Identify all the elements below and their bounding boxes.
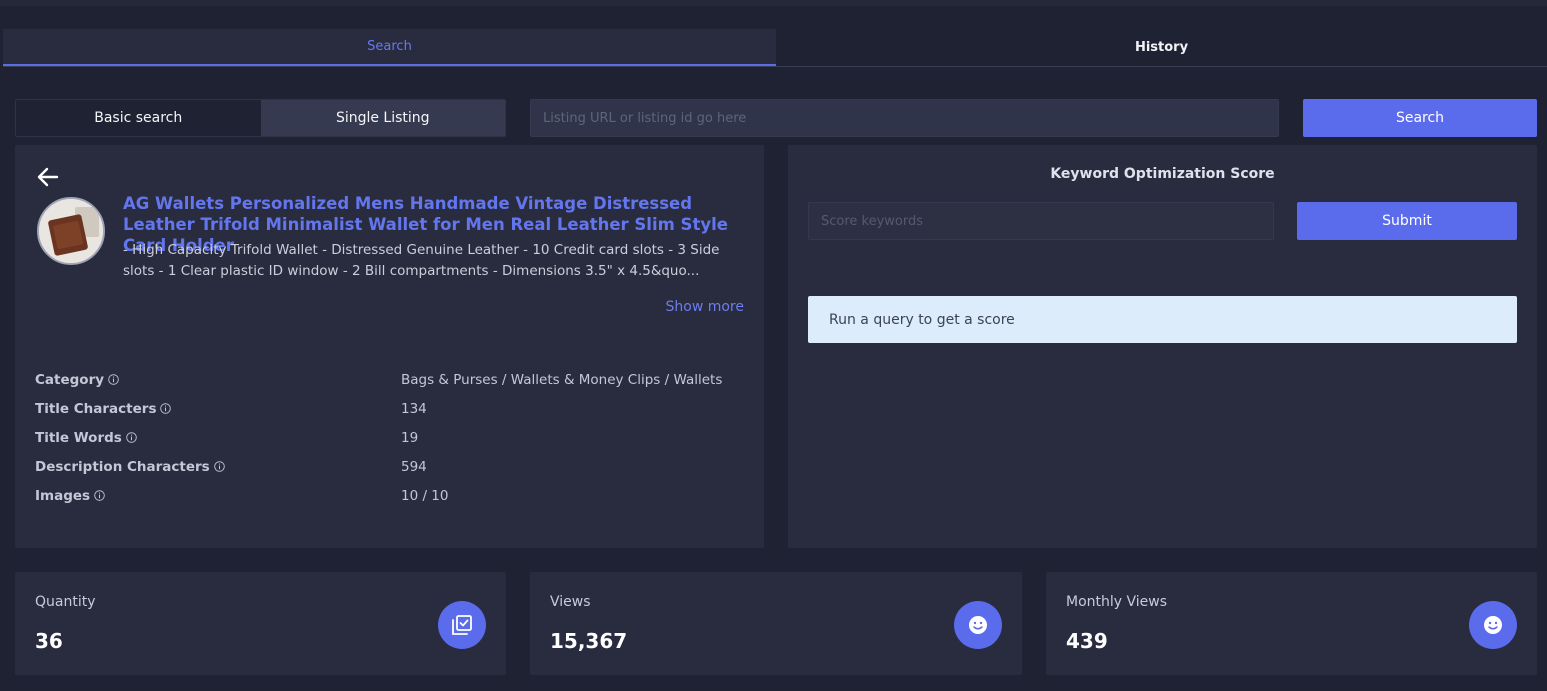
score-keywords-input[interactable] [808, 202, 1274, 240]
search-button[interactable]: Search [1303, 99, 1537, 137]
metric-value: 439 [1066, 629, 1108, 653]
smiley-icon [1469, 601, 1517, 649]
stat-label: Title Characters [35, 401, 401, 417]
smiley-icon [954, 601, 1002, 649]
listing-stats: Category Bags & Purses / Wallets & Money… [35, 365, 745, 510]
stat-value: 10 / 10 [401, 487, 449, 504]
stat-value: Bags & Purses / Wallets & Money Clips / … [401, 371, 723, 388]
info-icon[interactable] [108, 374, 119, 385]
metric-value: 15,367 [550, 629, 628, 653]
info-icon[interactable] [213, 461, 225, 472]
metric-card-views: Views 15,367 [530, 572, 1022, 675]
stat-row-description-characters: Description Characters 594 [35, 452, 745, 481]
tab-history[interactable]: History [776, 29, 1547, 66]
show-more-link[interactable]: Show more [666, 299, 745, 315]
single-listing-button[interactable]: Single Listing [260, 100, 505, 136]
listing-url-input[interactable] [530, 99, 1279, 137]
basic-search-button[interactable]: Basic search [16, 100, 261, 136]
metric-card-quantity: Quantity 36 [15, 572, 506, 675]
main-tabs: Search History [3, 29, 1547, 67]
score-message: Run a query to get a score [808, 296, 1517, 343]
metric-label: Monthly Views [1066, 594, 1168, 610]
stat-row-title-characters: Title Characters 134 [35, 394, 745, 423]
listing-details-panel: AG Wallets Personalized Mens Handmade Vi… [15, 145, 764, 548]
tab-search[interactable]: Search [3, 29, 776, 66]
stat-row-title-words: Title Words 19 [35, 423, 745, 452]
checkbox-stack-icon [438, 601, 486, 649]
stat-row-images: Images 10 / 10 [35, 481, 745, 510]
info-icon[interactable] [94, 490, 105, 501]
keyword-score-title: Keyword Optimization Score [1050, 166, 1275, 182]
info-icon[interactable] [126, 432, 137, 443]
stat-label-text: Description Characters [35, 458, 210, 475]
stat-label-text: Title Words [35, 429, 122, 446]
listing-thumbnail [37, 197, 105, 265]
stat-row-category: Category Bags & Purses / Wallets & Money… [35, 365, 745, 394]
keyword-score-panel: Keyword Optimization Score Submit Run a … [788, 145, 1537, 548]
search-mode-toggle: Basic search Single Listing [15, 99, 506, 137]
stat-label-text: Title Characters [35, 400, 157, 417]
metric-label: Quantity [35, 594, 96, 610]
top-strip [0, 0, 1547, 6]
stat-label: Images [35, 488, 401, 504]
stat-label-text: Category [35, 371, 105, 388]
listing-description: - High Capacity Trifold Wallet - Distres… [123, 242, 720, 279]
stat-label: Description Characters [35, 459, 401, 475]
back-arrow-icon[interactable] [37, 167, 59, 187]
stat-value: 594 [401, 458, 427, 475]
metric-card-monthly-views: Monthly Views 439 [1046, 572, 1537, 675]
metric-label: Views [550, 594, 591, 610]
stat-value: 19 [401, 429, 419, 446]
stat-label: Category [35, 372, 401, 388]
stat-label-text: Images [35, 487, 91, 504]
info-icon[interactable] [160, 403, 172, 414]
metric-value: 36 [35, 629, 63, 653]
submit-button[interactable]: Submit [1297, 202, 1517, 240]
stat-value: 134 [401, 400, 427, 417]
stat-label: Title Words [35, 430, 401, 446]
